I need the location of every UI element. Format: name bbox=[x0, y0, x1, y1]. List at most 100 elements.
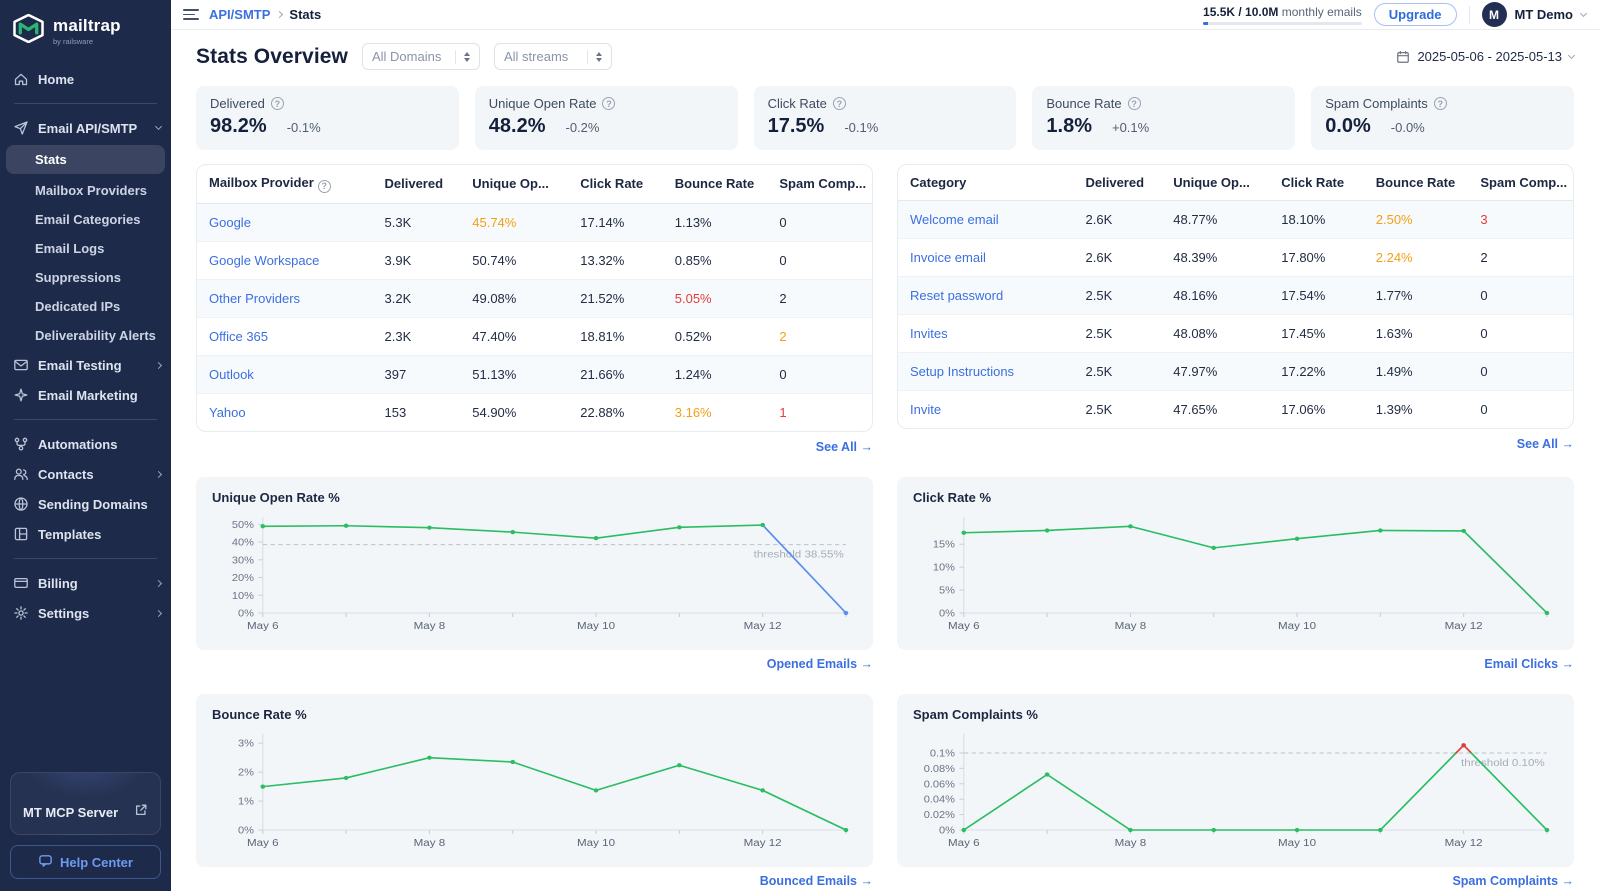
cell: 51.13% bbox=[460, 355, 568, 393]
unique-open-rate-chart-card: Unique Open Rate % 0%10%20%30%40%50%May … bbox=[196, 477, 873, 650]
sidebar-item-templates[interactable]: Templates bbox=[0, 519, 171, 549]
sidebar-item-contacts[interactable]: Contacts bbox=[0, 459, 171, 489]
svg-text:May 12: May 12 bbox=[1445, 837, 1483, 848]
svg-text:1%: 1% bbox=[238, 796, 254, 807]
menu-toggle-icon[interactable] bbox=[183, 9, 199, 20]
date-range-picker[interactable]: 2025-05-06 - 2025-05-13 bbox=[1396, 49, 1574, 64]
sidebar-item-email-logs[interactable]: Email Logs bbox=[0, 234, 171, 263]
sidebar-item-sending-domains[interactable]: Sending Domains bbox=[0, 489, 171, 519]
streams-select[interactable]: All streams bbox=[494, 43, 612, 70]
bounced-emails-link[interactable]: Bounced Emails → bbox=[760, 874, 873, 888]
row-link[interactable]: Invite bbox=[910, 402, 941, 417]
table-row: Invites2.5K48.08%17.45%1.63%0 bbox=[898, 315, 1573, 353]
spam-complaints-link[interactable]: Spam Complaints → bbox=[1452, 874, 1574, 888]
categories-see-all-link[interactable]: See All → bbox=[1517, 437, 1574, 451]
sidebar-item-label: Suppressions bbox=[35, 270, 161, 285]
help-icon[interactable]: ? bbox=[602, 97, 615, 110]
chevron-down-icon bbox=[1568, 51, 1575, 58]
svg-text:15%: 15% bbox=[933, 539, 955, 550]
table-row: Reset password2.5K48.16%17.54%1.77%0 bbox=[898, 277, 1573, 315]
cell: 2.5K bbox=[1074, 391, 1162, 429]
email-clicks-link[interactable]: Email Clicks → bbox=[1484, 657, 1574, 671]
svg-text:May 12: May 12 bbox=[1445, 620, 1483, 631]
account-menu[interactable]: M MT Demo bbox=[1482, 2, 1587, 27]
mcp-server-card[interactable]: MT MCP Server bbox=[10, 772, 161, 835]
sidebar-item-home[interactable]: Home bbox=[0, 64, 171, 94]
cell: 2 bbox=[767, 279, 872, 317]
sidebar-item-label: Email Logs bbox=[35, 241, 161, 256]
sidebar-item-email-api-smtp[interactable]: Email API/SMTP bbox=[0, 113, 171, 143]
sidebar-item-email-categories[interactable]: Email Categories bbox=[0, 205, 171, 234]
table-row: Invite2.5K47.65%17.06%1.39%0 bbox=[898, 391, 1573, 429]
kpi-value: 48.2% bbox=[489, 115, 546, 138]
sidebar-item-dedicated-ips[interactable]: Dedicated IPs bbox=[0, 292, 171, 321]
sidebar-item-mailbox-providers[interactable]: Mailbox Providers bbox=[0, 176, 171, 205]
cell: 47.65% bbox=[1161, 391, 1269, 429]
cell: 21.66% bbox=[568, 355, 663, 393]
help-icon[interactable]: ? bbox=[318, 180, 331, 193]
breadcrumb-parent[interactable]: API/SMTP bbox=[209, 7, 270, 22]
sidebar-item-automations[interactable]: Automations bbox=[0, 429, 171, 459]
cell: 0.52% bbox=[663, 317, 768, 355]
sidebar-item-stats[interactable]: Stats bbox=[6, 145, 165, 174]
chart-title: Click Rate % bbox=[913, 490, 1558, 505]
usage-progressbar bbox=[1203, 22, 1362, 25]
page-title: Stats Overview bbox=[196, 45, 348, 69]
sidebar-item-label: Dedicated IPs bbox=[35, 299, 161, 314]
sidebar-item-label: Automations bbox=[38, 437, 161, 452]
cell: 0 bbox=[1468, 277, 1573, 315]
svg-text:May 8: May 8 bbox=[414, 837, 446, 848]
brand-tagline: by railsware bbox=[53, 37, 121, 46]
kpi-delta: -0.1% bbox=[287, 120, 321, 135]
row-link[interactable]: Invoice email bbox=[910, 250, 986, 265]
svg-text:May 6: May 6 bbox=[948, 620, 980, 631]
kpi-label: Delivered bbox=[210, 96, 265, 111]
cell: 3 bbox=[1468, 201, 1573, 239]
sidebar-item-deliverability-alerts[interactable]: Deliverability Alerts bbox=[0, 321, 171, 350]
help-icon[interactable]: ? bbox=[1128, 97, 1141, 110]
row-link[interactable]: Office 365 bbox=[209, 329, 268, 344]
sidebar-divider bbox=[14, 419, 157, 420]
row-link[interactable]: Welcome email bbox=[910, 212, 999, 227]
upgrade-button[interactable]: Upgrade bbox=[1374, 3, 1457, 26]
svg-text:May 10: May 10 bbox=[1278, 837, 1316, 848]
help-icon[interactable]: ? bbox=[1434, 97, 1447, 110]
cell: 2.6K bbox=[1074, 201, 1162, 239]
row-link[interactable]: Invites bbox=[910, 326, 948, 341]
sidebar-item-label: Mailbox Providers bbox=[35, 183, 161, 198]
categories-table: CategoryDeliveredUnique Op...Click RateB… bbox=[897, 164, 1574, 429]
opened-emails-link[interactable]: Opened Emails → bbox=[767, 657, 873, 671]
sidebar-item-label: Email Marketing bbox=[38, 388, 161, 403]
row-link[interactable]: Google bbox=[209, 215, 251, 230]
kpi-label: Click Rate bbox=[768, 96, 827, 111]
cell: 21.52% bbox=[568, 279, 663, 317]
cell: 3.16% bbox=[663, 393, 768, 431]
help-icon[interactable]: ? bbox=[271, 97, 284, 110]
row-link[interactable]: Google Workspace bbox=[209, 253, 319, 268]
sidebar-item-suppressions[interactable]: Suppressions bbox=[0, 263, 171, 292]
chevron-right-icon bbox=[155, 470, 162, 477]
row-link[interactable]: Outlook bbox=[209, 367, 254, 382]
click-rate-chart: 0%5%10%15%May 6May 8May 10May 12 bbox=[913, 511, 1558, 642]
help-center-button[interactable]: Help Center bbox=[10, 845, 161, 879]
row-link[interactable]: Other Providers bbox=[209, 291, 300, 306]
date-range-value: 2025-05-06 - 2025-05-13 bbox=[1417, 49, 1562, 64]
sidebar-item-email-marketing[interactable]: Email Marketing bbox=[0, 380, 171, 410]
svg-text:2%: 2% bbox=[238, 767, 254, 778]
help-icon[interactable]: ? bbox=[833, 97, 846, 110]
svg-text:40%: 40% bbox=[232, 537, 254, 548]
svg-text:May 6: May 6 bbox=[247, 620, 279, 631]
row-link[interactable]: Yahoo bbox=[209, 405, 246, 420]
providers-see-all-link[interactable]: See All → bbox=[816, 440, 873, 454]
sidebar-item-settings[interactable]: Settings bbox=[0, 598, 171, 628]
row-link[interactable]: Setup Instructions bbox=[910, 364, 1014, 379]
streams-select-value: All streams bbox=[504, 49, 568, 64]
sidebar-item-billing[interactable]: Billing bbox=[0, 568, 171, 598]
brand[interactable]: mailtrap by railsware bbox=[0, 0, 171, 58]
row-link[interactable]: Reset password bbox=[910, 288, 1003, 303]
domains-select[interactable]: All Domains bbox=[362, 43, 480, 70]
sidebar-item-email-testing[interactable]: Email Testing bbox=[0, 350, 171, 380]
svg-text:10%: 10% bbox=[933, 562, 955, 573]
svg-text:0%: 0% bbox=[238, 824, 254, 835]
column-header: Click Rate bbox=[1269, 165, 1364, 201]
